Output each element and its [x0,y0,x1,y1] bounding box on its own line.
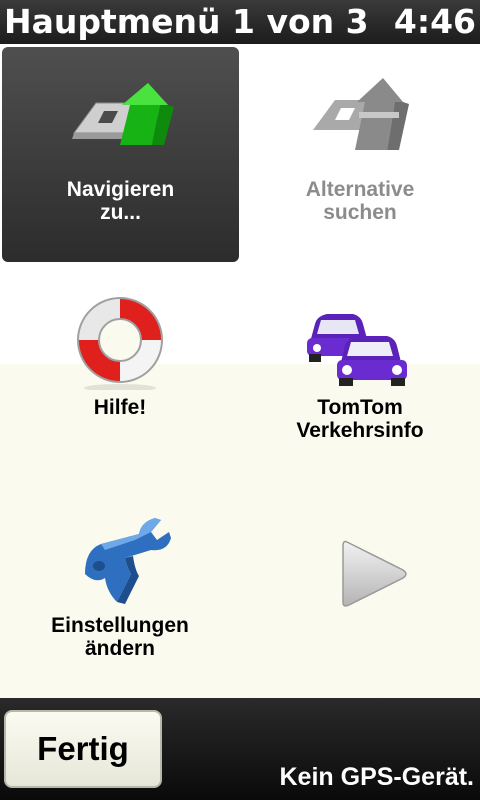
help-button[interactable]: Hilfe! [0,262,240,480]
main-menu-grid: Navigieren zu... Alternative suchen Hilf… [0,44,480,698]
find-alternative-button[interactable]: Alternative suchen [240,44,480,262]
change-settings-button[interactable]: Einstellungen ändern [0,480,240,698]
next-page-button[interactable] [240,480,480,698]
wrench-icon [85,518,171,604]
find-alternative-label: Alternative suchen [305,178,415,224]
clock: 4:46 [393,2,476,41]
traffic-cars-icon [307,314,407,386]
next-page-arrow-icon [342,540,407,607]
navigate-to-button[interactable]: Navigieren zu... [2,47,239,262]
change-settings-label: Einstellungen ändern [51,614,189,660]
bottom-bar: Fertig Kein GPS-Gerät. [0,698,480,800]
page-title: Hauptmenü 1 von 3 [4,2,369,41]
tomtom-traffic-button[interactable]: TomTom Verkehrsinfo [240,262,480,480]
alternative-route-icon [313,78,409,150]
navigate-to-label: Navigieren zu... [66,178,175,224]
gps-status-text: Kein GPS-Gerät. [279,763,475,791]
help-label: Hilfe! [93,396,147,419]
lifebuoy-icon [77,297,163,390]
navigate-arrow-icon [71,83,174,145]
title-bar: Hauptmenü 1 von 3 4:46 [0,0,480,44]
tomtom-traffic-label: TomTom Verkehrsinfo [296,396,424,442]
done-button[interactable]: Fertig [4,710,162,788]
